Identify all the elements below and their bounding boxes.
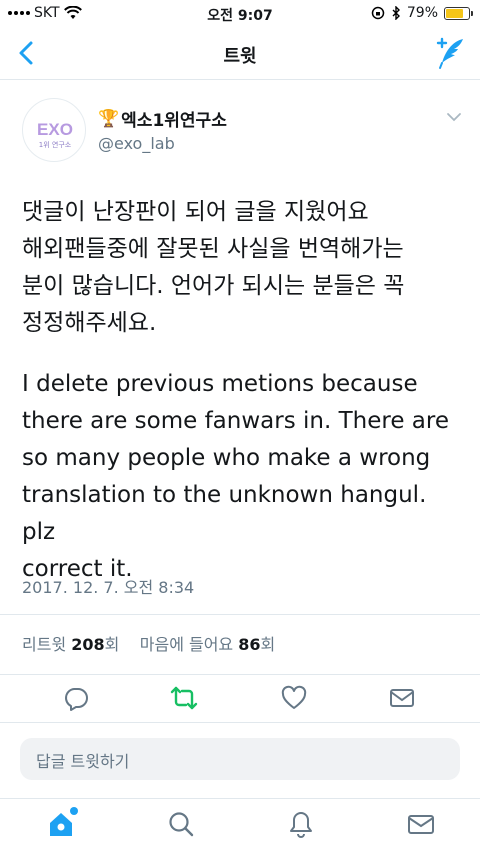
compose-feather-icon[interactable]	[432, 36, 466, 70]
tweet-timestamp: 2017. 12. 7. 오전 8:34	[22, 578, 195, 597]
chevron-down-icon[interactable]	[446, 112, 462, 122]
status-bar: SKT 오전 9:07 79%	[0, 0, 480, 28]
trophy-icon: 🏆	[98, 108, 120, 129]
page-title: 트윗	[223, 46, 257, 67]
avatar-sub-text: 1위 연구소	[39, 141, 72, 149]
avatar[interactable]: EXO 1위 연구소	[22, 98, 86, 162]
like-count: 86	[238, 635, 261, 654]
user-name[interactable]: 🏆 엑소1위연구소	[98, 106, 227, 132]
like-label: 마음에 들어요	[139, 635, 234, 654]
user-handle[interactable]: @exo_lab	[98, 134, 175, 153]
action-bar	[0, 676, 480, 720]
rotation-lock-icon	[371, 6, 385, 20]
retweet-label: 리트윗	[22, 635, 67, 654]
message-icon[interactable]	[388, 684, 416, 712]
like-stat[interactable]: 마음에 들어요 86회	[140, 635, 276, 654]
like-heart-icon[interactable]	[280, 684, 308, 712]
home-unread-dot	[70, 807, 78, 815]
exo-logo-icon: EXO 1위 연구소	[37, 120, 73, 149]
tweet-stats: 리트윗 208회 마음에 들어요 86회	[22, 631, 275, 655]
divider	[0, 614, 480, 615]
nav-bar: 트윗	[0, 28, 480, 80]
bluetooth-icon	[392, 6, 400, 20]
like-unit: 회	[260, 635, 276, 654]
user-name-label: 엑소1위연구소	[121, 111, 227, 131]
retweet-unit: 회	[104, 635, 120, 654]
battery-fill	[446, 8, 464, 18]
status-right: 79%	[371, 5, 473, 21]
retweet-count: 208	[71, 635, 105, 654]
tweet-text-english: I delete previous metions because there …	[22, 371, 449, 582]
retweet-icon[interactable]	[170, 684, 198, 712]
divider	[0, 674, 480, 675]
reply-placeholder: 답글 트윗하기	[36, 752, 130, 771]
search-icon[interactable]	[166, 809, 196, 839]
avatar-logo-text: EXO	[37, 120, 73, 139]
battery-icon	[444, 6, 473, 20]
reply-input[interactable]: 답글 트윗하기	[20, 738, 460, 780]
tweet-text-korean: 댓글이 난장판이 되어 글을 지웠어요 해외팬들중에 잘못된 사실을 번역해가는…	[22, 199, 405, 336]
retweet-stat[interactable]: 리트윗 208회	[22, 635, 119, 654]
divider	[0, 722, 480, 723]
tab-bar	[0, 798, 480, 854]
notifications-bell-icon[interactable]	[286, 809, 316, 839]
messages-icon[interactable]	[406, 809, 436, 839]
reply-icon[interactable]	[62, 684, 90, 712]
battery-percent: 79%	[406, 5, 438, 21]
